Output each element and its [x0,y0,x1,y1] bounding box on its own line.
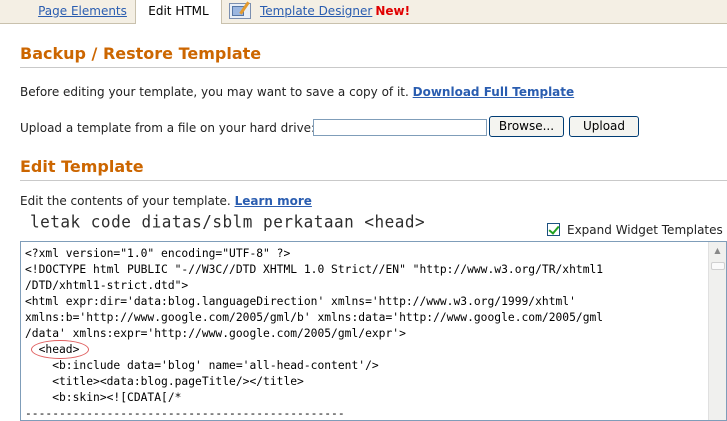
head-tag-highlight-circle [31,340,89,359]
code-line: /data' xmlns:expr='http://www.google.com… [25,327,406,340]
upload-button[interactable]: Upload [569,116,639,137]
learn-more-link[interactable]: Learn more [235,194,312,208]
backup-restore-heading: Backup / Restore Template [20,44,262,63]
code-line: <?xml version="1.0" encoding="UTF-8" ?> [25,247,291,260]
code-line: xmlns:b='http://www.google.com/2005/gml/… [25,311,604,324]
expand-widget-templates-label[interactable]: Expand Widget Templates [567,223,723,237]
tab-edit-html[interactable]: Edit HTML [136,0,222,24]
edit-intro: Edit the contents of your template. Lear… [20,194,312,208]
template-tabs: Page Elements Edit HTML Template Designe… [0,0,727,24]
code-line: /DTD/xhtml1-strict.dtd"> [25,279,189,292]
scroll-thumb[interactable] [711,262,725,270]
tab-template-designer-label[interactable]: Template Designer [260,4,372,18]
edit-intro-text: Edit the contents of your template. [20,194,231,208]
template-designer-icon [229,3,251,19]
browse-button[interactable]: Browse... [489,116,564,137]
backup-intro-text: Before editing your template, you may wa… [20,85,409,99]
code-content[interactable]: <?xml version="1.0" encoding="UTF-8" ?> <… [25,246,604,420]
backup-intro: Before editing your template, you may wa… [20,85,574,99]
code-line: <b:include data='blog' name='all-head-co… [25,359,379,372]
code-line: <html expr:dir='data:blog.languageDirect… [25,295,576,308]
code-line: ----------------------------------------… [25,407,345,420]
scroll-up-icon[interactable]: ▲ [711,244,724,257]
divider [20,67,727,68]
tab-page-elements-label[interactable]: Page Elements [38,4,127,18]
code-line: <!DOCTYPE html PUBLIC "-//W3C//DTD XHTML… [25,263,604,276]
code-line: <b:skin><![CDATA[/* [25,391,182,404]
code-line-head: <head> [25,343,80,356]
tab-page-elements[interactable]: Page Elements [30,0,136,23]
divider [20,180,727,181]
new-badge: New! [375,4,411,18]
code-line: <title><data:blog.pageTitle/></title> [25,375,304,388]
handwritten-annotation: letak code diatas/sblm perkataan <head> [30,211,426,232]
template-code-editor[interactable]: <?xml version="1.0" encoding="UTF-8" ?> <… [20,241,727,421]
upload-prompt: Upload a template from a file on your ha… [20,121,316,135]
template-file-input[interactable] [313,119,487,136]
editor-vertical-scrollbar[interactable]: ▲ [708,242,726,420]
download-full-template-link[interactable]: Download Full Template [413,85,575,99]
tab-edit-html-label: Edit HTML [148,4,209,18]
edit-template-heading: Edit Template [20,157,144,176]
expand-widget-templates-checkbox[interactable] [547,223,560,236]
